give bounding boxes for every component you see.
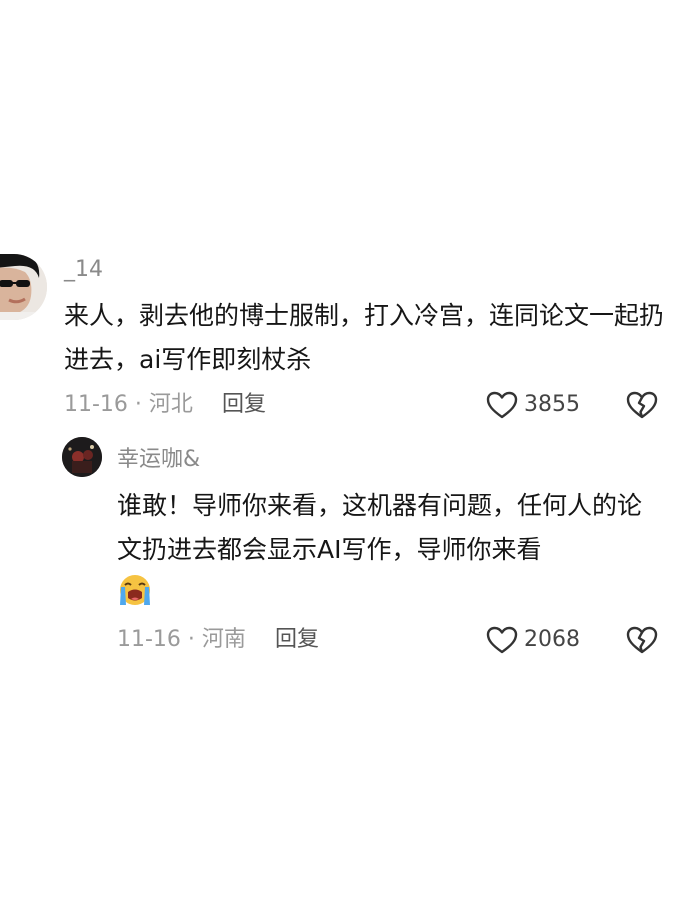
like-button[interactable]: 2068 bbox=[486, 625, 580, 655]
reply-comment-item: 幸运咖& 谁敢！导师你来看，这机器有问题，任何人的论文扔进去都会显示AI写作，导… bbox=[0, 0, 690, 680]
comment-text: 谁敢！导师你来看，这机器有问题，任何人的论文扔进去都会显示AI写作，导师你来看 bbox=[117, 484, 657, 622]
comment-date: 11-16 bbox=[117, 627, 181, 652]
comment-text-content: 谁敢！导师你来看，这机器有问题，任何人的论文扔进去都会显示AI写作，导师你来看 bbox=[117, 491, 643, 564]
user-avatar[interactable] bbox=[62, 437, 102, 477]
comment-username[interactable]: 幸运咖& bbox=[117, 449, 200, 471]
loudly-crying-face-emoji-icon bbox=[117, 572, 153, 608]
comment-meta: 11-16 · 河南 bbox=[117, 627, 246, 652]
comment-location: 河南 bbox=[201, 627, 246, 652]
dislike-button[interactable] bbox=[626, 625, 658, 659]
broken-heart-icon bbox=[626, 626, 658, 654]
like-count: 2068 bbox=[524, 627, 580, 652]
heart-icon bbox=[486, 626, 518, 654]
dark-photo-avatar-icon bbox=[62, 437, 102, 477]
reply-button[interactable]: 回复 bbox=[275, 629, 319, 651]
